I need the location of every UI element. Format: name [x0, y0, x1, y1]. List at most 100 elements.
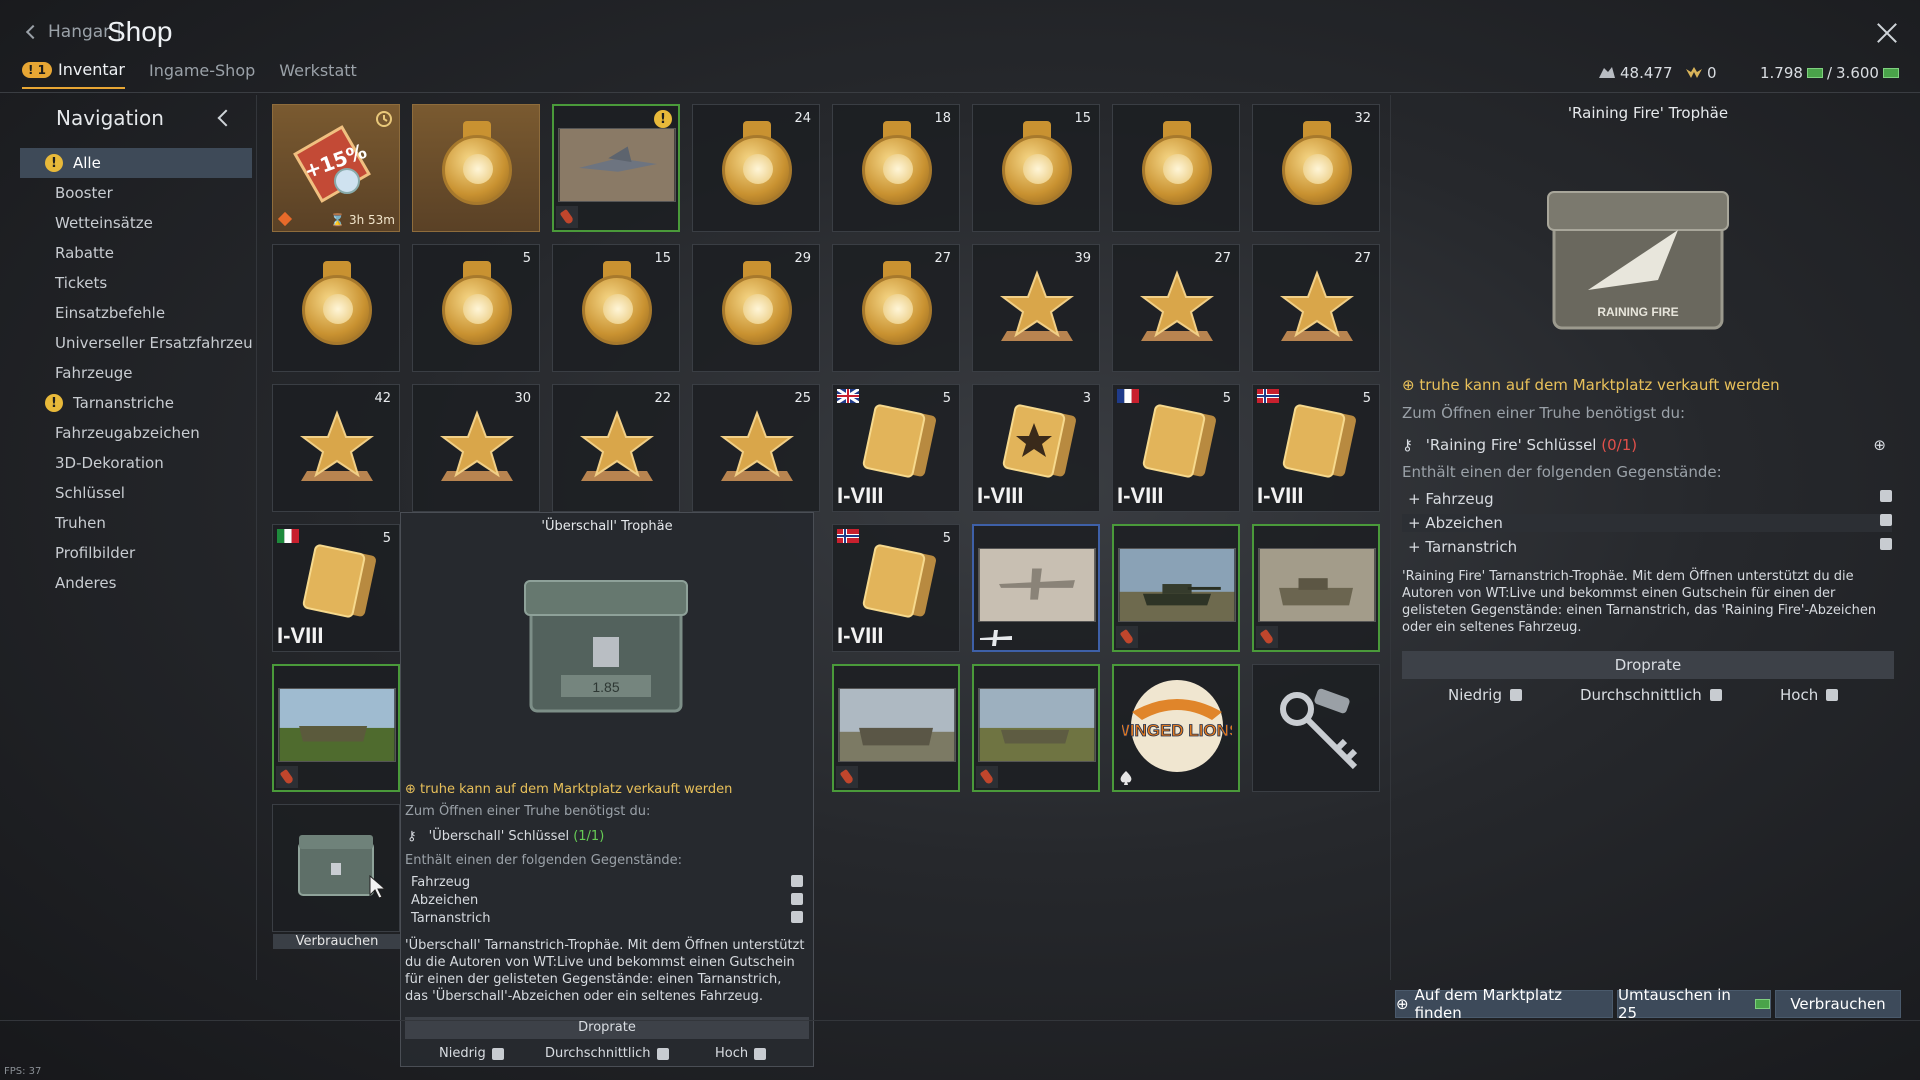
winged-lions-decal-item[interactable]: WINGED LIONS	[1112, 664, 1240, 792]
nation-card-item[interactable]: 5 I-VIII	[1252, 384, 1380, 512]
medal-trophy-item[interactable]	[1112, 104, 1240, 232]
sidebar-item-rabatte[interactable]: Rabatte	[20, 238, 252, 268]
star-trophy-item[interactable]: 39	[972, 244, 1100, 372]
detail-market-line: ⊕ truhe kann auf dem Marktplatz verkauft…	[1402, 376, 1780, 394]
golden-eagles-balance: 0	[1685, 64, 1717, 82]
sidebar-item-fahrzeuge[interactable]: Fahrzeuge	[20, 358, 252, 388]
camo-brush-icon	[1116, 626, 1138, 648]
star-trophy-icon	[1000, 270, 1074, 341]
star-trophy-item[interactable]: 25	[692, 384, 820, 512]
jet-camo-item[interactable]: !	[552, 104, 680, 232]
star-trophy-item[interactable]: 22	[552, 384, 680, 512]
tooltip-title: 'Überschall' Trophäe	[541, 519, 673, 534]
tooltip-contains-line: Enthält einen der folgenden Gegenstände:	[405, 853, 683, 868]
sidebar-divider	[256, 95, 257, 980]
booster-item[interactable]: +15% ⌛ 3h 53m	[272, 104, 400, 232]
warning-icon: !	[45, 154, 63, 172]
italy-flag-icon	[277, 529, 299, 543]
star-trophy-item[interactable]: 27	[1112, 244, 1240, 372]
sidebar-item-schluessel[interactable]: Schlüssel	[20, 478, 252, 508]
exchange-button[interactable]: Umtauschen in 25	[1617, 986, 1771, 1022]
eagle-medal-icon	[582, 275, 652, 345]
tier-label: I-VIII	[1257, 483, 1304, 508]
tab-inventar[interactable]: ! 1 Inventar	[22, 60, 125, 89]
tank-camo-item[interactable]	[1112, 524, 1240, 652]
spade-icon	[1120, 771, 1132, 785]
camo-brush-icon	[976, 766, 998, 788]
tank-camo-item[interactable]	[272, 664, 400, 792]
tank-camo-item[interactable]	[1252, 524, 1380, 652]
key-item[interactable]	[1252, 664, 1380, 792]
tank-preview-image	[978, 688, 1096, 762]
supersonic-chest-item[interactable]: Verbrauchen	[272, 804, 401, 949]
chest-stamp: 1.85	[592, 679, 619, 695]
nation-card-item[interactable]: 5 I-VIII	[1112, 384, 1240, 512]
find-on-market-button[interactable]: ⊕ Auf dem Marktplatz finden	[1395, 986, 1613, 1022]
nation-card-item[interactable]: 5 I-VIII	[832, 384, 960, 512]
star-trophy-item[interactable]: 42	[272, 384, 400, 512]
warbond-icon	[1882, 68, 1899, 78]
sidebar-item-3d-dekoration[interactable]: 3D-Dekoration	[20, 448, 252, 478]
aircraft-decal-item[interactable]	[972, 524, 1100, 652]
tab-ingame-shop[interactable]: Ingame-Shop	[149, 60, 255, 89]
rate-average: Durchschnittlich	[1580, 686, 1722, 704]
medal-trophy-item[interactable]: 24	[692, 104, 820, 232]
medal-trophy-item[interactable]: 5	[412, 244, 540, 372]
tab-werkstatt[interactable]: Werkstatt	[279, 60, 357, 89]
eagle-medal-icon	[302, 275, 372, 345]
detail-content-row: + Abzeichen	[1402, 514, 1892, 532]
tooltip-market-line: ⊕ truhe kann auf dem Marktplatz verkauft…	[405, 782, 733, 797]
sidebar-item-wetteinsaetze[interactable]: Wetteinsätze	[20, 208, 252, 238]
sidebar-item-profilbilder[interactable]: Profilbilder	[20, 538, 252, 568]
dice-icon	[791, 893, 803, 905]
star-trophy-item[interactable]: 30	[412, 384, 540, 512]
medal-trophy-item[interactable]: 29	[692, 244, 820, 372]
medal-trophy-item[interactable]: 27	[832, 244, 960, 372]
consume-button[interactable]: Verbrauchen	[1775, 990, 1901, 1018]
item-count: 30	[514, 391, 531, 406]
sidebar-item-ersatzfahrzeug[interactable]: Universeller Ersatzfahrzeug-G	[20, 328, 252, 358]
medal-trophy-item[interactable]: 15	[972, 104, 1100, 232]
camo-brush-icon	[1256, 626, 1278, 648]
sidebar-item-truhen[interactable]: Truhen	[20, 508, 252, 538]
medal-trophy-item[interactable]: 15	[552, 244, 680, 372]
camo-brush-icon	[276, 766, 298, 788]
tank-camo-item[interactable]	[972, 664, 1100, 792]
nation-card-item[interactable]: 5 I-VIII	[272, 524, 400, 652]
medal-trophy-item[interactable]	[412, 104, 540, 232]
detail-contains-line: Enthält einen der folgenden Gegenstände:	[1402, 463, 1722, 481]
header-divider	[0, 92, 1920, 93]
item-count: 22	[654, 391, 671, 406]
nation-card-item[interactable]: 3 I-VIII	[972, 384, 1100, 512]
winged-lions-logo-icon: WINGED LIONS	[1122, 680, 1232, 772]
fps-counter: FPS: 37	[4, 1066, 42, 1077]
sidebar-item-fahrzeugabzeichen[interactable]: Fahrzeugabzeichen	[20, 418, 252, 448]
item-count: 5	[942, 391, 951, 406]
collapse-nav-icon[interactable]	[217, 109, 235, 127]
golden-eagle-icon	[1686, 67, 1702, 78]
nation-card-item[interactable]: 5 I-VIII	[832, 524, 960, 652]
medal-trophy-item[interactable]: 32	[1252, 104, 1380, 232]
market-small-icon[interactable]: ⊕	[1873, 436, 1886, 454]
item-count: 15	[654, 251, 671, 266]
item-count: 39	[1074, 251, 1091, 266]
tank-preview-image	[278, 688, 396, 762]
medal-trophy-item[interactable]	[272, 244, 400, 372]
aircraft-preview-image	[978, 548, 1096, 622]
medal-trophy-item[interactable]: 18	[832, 104, 960, 232]
warbonds-balance: 1.798 / 3.600	[1760, 64, 1899, 82]
sidebar-item-alle[interactable]: ! Alle	[20, 148, 252, 178]
consume-label[interactable]: Verbrauchen	[273, 934, 401, 949]
eagle-medal-icon	[862, 135, 932, 205]
sidebar-item-booster[interactable]: Booster	[20, 178, 252, 208]
norway-flag-icon	[1257, 389, 1279, 403]
sidebar-item-tickets[interactable]: Tickets	[20, 268, 252, 298]
star-trophy-item[interactable]: 27	[1252, 244, 1380, 372]
dice-icon	[1709, 689, 1722, 701]
sidebar-item-einsatzbefehle[interactable]: Einsatzbefehle	[20, 298, 252, 328]
sidebar-item-tarnanstriche[interactable]: ! Tarnanstriche	[20, 388, 252, 418]
close-icon[interactable]	[1876, 22, 1898, 44]
dice-icon	[754, 1047, 767, 1060]
tank-camo-item[interactable]	[832, 664, 960, 792]
sidebar-item-anderes[interactable]: Anderes	[20, 568, 252, 598]
